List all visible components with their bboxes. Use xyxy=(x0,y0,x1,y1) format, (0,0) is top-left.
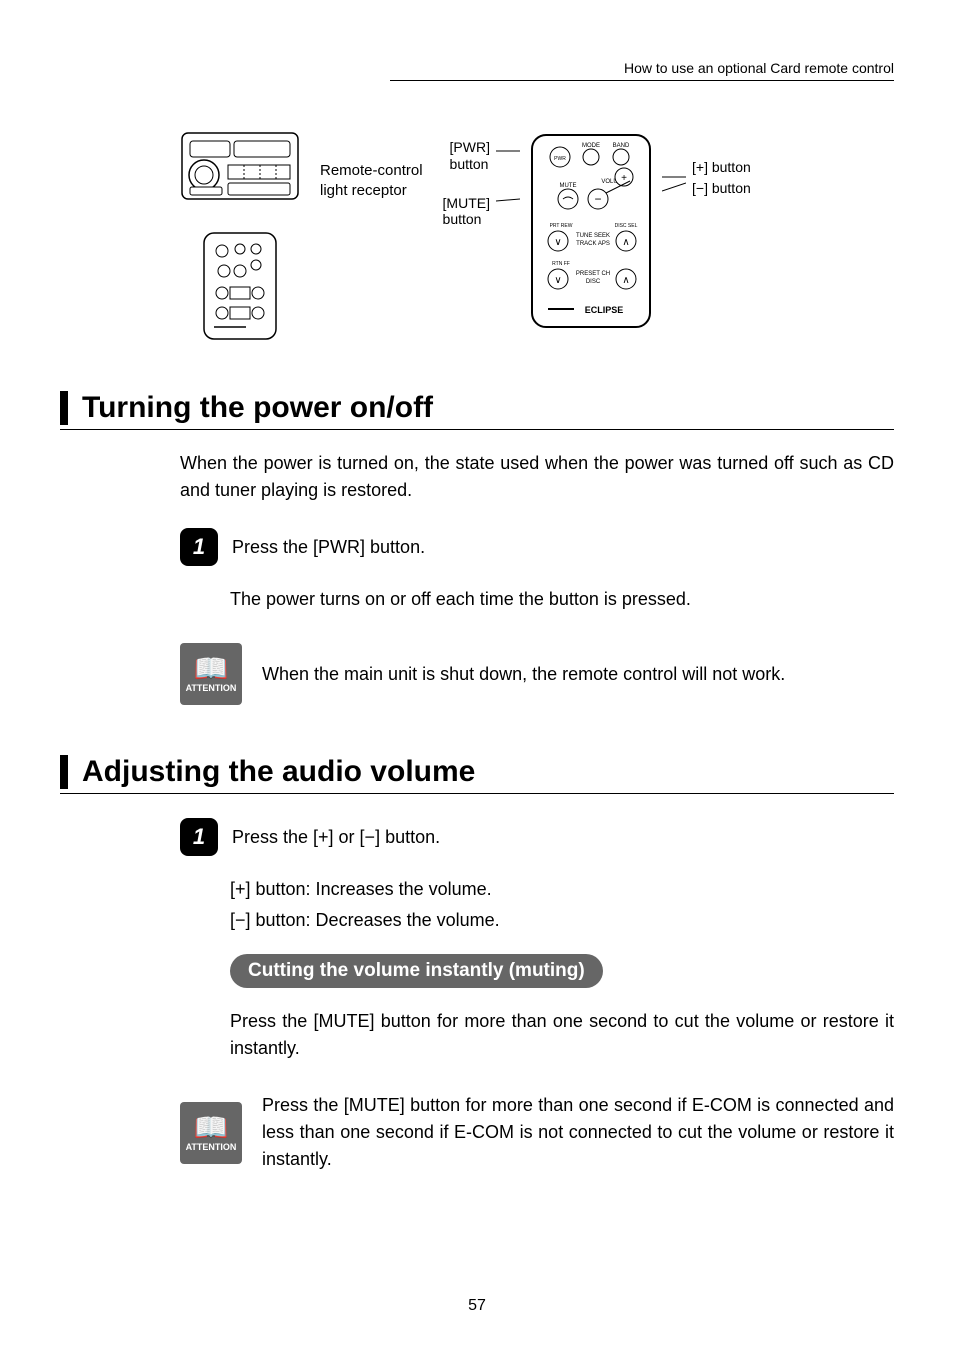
section-volume: Adjusting the audio volume 1 Press the [… xyxy=(60,755,894,1173)
section-title-volume: Adjusting the audio volume xyxy=(82,755,475,789)
section-title-power: Turning the power on/off xyxy=(82,391,433,425)
svg-text:∧: ∧ xyxy=(622,275,629,286)
svg-text:∨: ∨ xyxy=(554,275,561,286)
power-attention: 📖 ATTENTION When the main unit is shut d… xyxy=(180,643,894,705)
receptor-label-line1: Remote-control xyxy=(320,161,423,181)
power-intro: When the power is turned on, the state u… xyxy=(180,450,894,504)
svg-text:PWR: PWR xyxy=(554,156,566,162)
mute-callout: [MUTE] button xyxy=(443,195,490,229)
section-bar-icon xyxy=(60,391,68,425)
attention-chip-label: ATTENTION xyxy=(186,683,237,693)
pwr-callout: [PWR] button xyxy=(450,139,490,173)
svg-text:+: + xyxy=(621,173,627,184)
svg-text:−: − xyxy=(594,192,601,206)
leader-lines-right xyxy=(662,131,686,331)
leader-lines-left xyxy=(496,131,520,331)
section-power: Turning the power on/off When the power … xyxy=(60,391,894,705)
head-unit-illustration xyxy=(180,131,300,201)
step-number-chip: 1 xyxy=(180,528,218,566)
svg-text:∨: ∨ xyxy=(554,237,561,248)
svg-text:∧: ∧ xyxy=(622,237,629,248)
book-icon: 📖 xyxy=(194,1114,229,1142)
svg-text:RTN FF: RTN FF xyxy=(552,261,570,267)
volume-step-1-text: Press the [+] or [−] button. xyxy=(232,827,440,848)
volume-attention: 📖 ATTENTION Press the [MUTE] button for … xyxy=(180,1092,894,1173)
attention-icon: 📖 ATTENTION xyxy=(180,643,242,705)
volume-attention-text: Press the [MUTE] button for more than on… xyxy=(262,1092,894,1173)
power-attention-text: When the main unit is shut down, the rem… xyxy=(262,661,785,688)
volume-minus-line: [−] button: Decreases the volume. xyxy=(230,907,894,934)
svg-text:PRT REW: PRT REW xyxy=(550,223,573,229)
small-remote-illustration xyxy=(200,231,280,341)
svg-text:TRACK APS: TRACK APS xyxy=(576,241,610,247)
volume-step-1: 1 Press the [+] or [−] button. xyxy=(180,818,894,856)
page-number: 57 xyxy=(0,1297,954,1315)
plus-callout: [+] button xyxy=(692,159,751,176)
page: How to use an optional Card remote contr… xyxy=(0,0,954,1355)
power-step-1: 1 Press the [PWR] button. xyxy=(180,528,894,566)
section-bar-icon xyxy=(60,755,68,789)
svg-text:BAND: BAND xyxy=(613,143,630,149)
svg-text:MUTE: MUTE xyxy=(560,183,577,189)
svg-text:DISC: DISC xyxy=(586,279,601,285)
attention-chip-label: ATTENTION xyxy=(186,1142,237,1152)
svg-text:TUNE SEEK: TUNE SEEK xyxy=(576,233,610,239)
muting-desc: Press the [MUTE] button for more than on… xyxy=(230,1008,894,1062)
big-remote-illustration: MODE BAND PWR MUTE VOLUME + − PRT REW DI… xyxy=(526,131,656,331)
svg-text:DISC SEL: DISC SEL xyxy=(615,223,638,229)
muting-pill: Cutting the volume instantly (muting) xyxy=(230,954,603,988)
svg-text:PRESET CH: PRESET CH xyxy=(576,271,610,277)
power-step-1-text: Press the [PWR] button. xyxy=(232,537,425,558)
chapter-header: How to use an optional Card remote contr… xyxy=(390,60,894,81)
receptor-label: Remote-control light receptor xyxy=(320,161,423,200)
book-icon: 📖 xyxy=(194,655,229,683)
volume-plus-line: [+] button: Increases the volume. xyxy=(230,876,894,903)
step-number-chip: 1 xyxy=(180,818,218,856)
diagram-row: Remote-control light receptor [PWR] butt… xyxy=(180,131,894,341)
power-step-1-desc: The power turns on or off each time the … xyxy=(230,586,894,613)
receptor-label-line2: light receptor xyxy=(320,181,423,201)
svg-text:ECLIPSE: ECLIPSE xyxy=(585,305,624,315)
minus-callout: [−] button xyxy=(692,180,751,197)
attention-icon: 📖 ATTENTION xyxy=(180,1102,242,1164)
svg-text:MODE: MODE xyxy=(582,143,600,149)
